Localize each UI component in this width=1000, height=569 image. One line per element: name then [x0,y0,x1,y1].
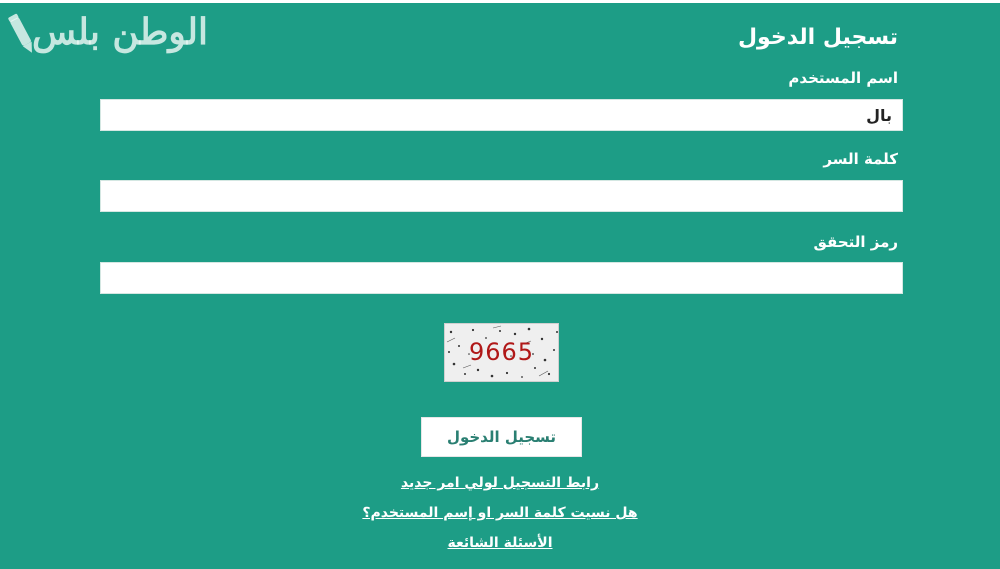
pencil-icon [8,13,32,53]
logo-text: الوطن بلس [32,11,208,53]
login-button[interactable]: تسجيل الدخول [421,417,582,457]
register-new-guardian-link[interactable]: رابط التسجيل لولي امر جديد [0,475,1000,491]
username-label: اسم المستخدم [788,69,898,87]
login-page: الوطن بلس تسجيل الدخول اسم المستخدم كلمة… [0,0,1000,569]
verification-code-label: رمز التحقق [813,233,899,251]
password-label: كلمة السر [823,150,898,168]
verification-code-input[interactable] [100,262,903,294]
captcha-image: 9665 [444,323,559,382]
forgot-credentials-link[interactable]: هل نسيت كلمة السر او إسم المستخدم؟ [0,505,1000,521]
username-input[interactable] [100,99,903,131]
faq-link[interactable]: الأسئلة الشائعة [0,535,1000,551]
form-title: تسجيل الدخول [737,25,898,50]
captcha-code: 9665 [468,338,535,366]
site-logo: الوطن بلس [8,9,208,61]
password-input[interactable] [100,180,903,212]
